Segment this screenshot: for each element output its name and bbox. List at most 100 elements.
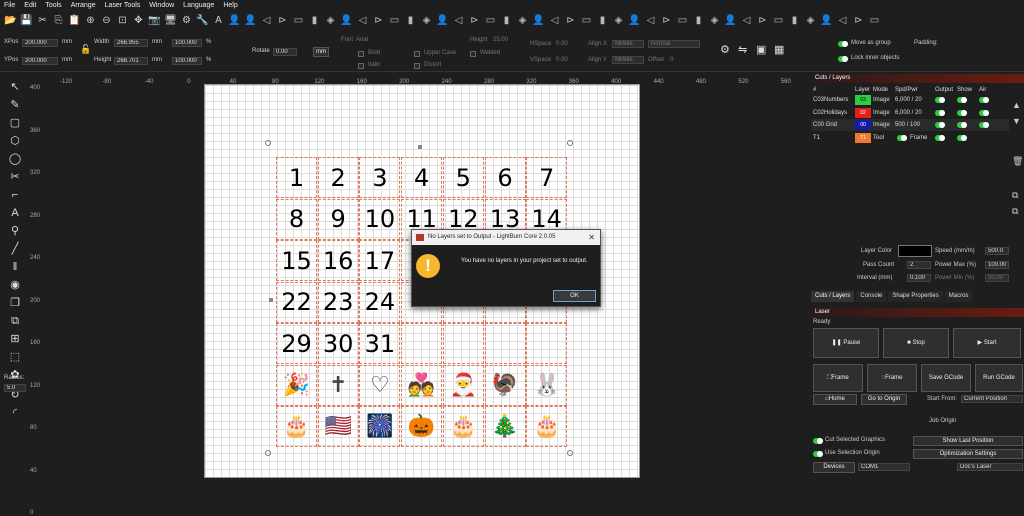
ring-icon[interactable]: ◉ [8, 278, 22, 292]
menu-language[interactable]: Language [183, 2, 214, 9]
calendar-cell[interactable]: 15 [276, 240, 317, 281]
rotate-handle[interactable] [265, 450, 271, 456]
holiday-image[interactable]: 🎄 [484, 406, 526, 447]
interval-field[interactable]: 0.100 [907, 274, 931, 282]
width-field[interactable]: 266.955 [114, 39, 148, 47]
pan-icon[interactable]: ✥ [132, 14, 145, 27]
rotate-shape-icon[interactable]: ⬚ [8, 350, 22, 364]
pause-button[interactable]: ❚❚ Pause [813, 328, 879, 358]
menu-tools[interactable]: Tools [45, 2, 61, 9]
port-select[interactable]: COM1 [858, 463, 910, 471]
line-icon[interactable]: ⌐ [8, 188, 22, 202]
air-toggle[interactable] [979, 122, 989, 128]
height-field[interactable]: 266.701 [114, 57, 148, 65]
menu-help[interactable]: Help [223, 2, 237, 9]
toolbar-action-icon[interactable]: ◁ [836, 14, 849, 27]
settings-gear-icon[interactable]: ⚙ [720, 43, 730, 56]
holiday-image[interactable]: 🎉 [276, 364, 317, 406]
use-selection-toggle[interactable] [813, 451, 823, 457]
toolbar-action-icon[interactable]: ▭ [772, 14, 785, 27]
toolbar-action-icon[interactable]: ◈ [516, 14, 529, 27]
toolbar-action-icon[interactable]: ▮ [308, 14, 321, 27]
cut-selected-toggle[interactable] [813, 438, 823, 444]
start-from-select[interactable]: Current Position [961, 395, 1023, 403]
show-toggle[interactable] [957, 109, 967, 116]
toolbar-action-icon[interactable]: ◁ [740, 14, 753, 27]
arrow-down-icon[interactable]: ▼ [1012, 116, 1021, 126]
go-to-origin-button[interactable]: Go to Origin [861, 394, 907, 405]
copy-shape-icon[interactable]: ⧉ [8, 314, 22, 328]
show-toggle[interactable] [957, 122, 967, 128]
toolbar-action-icon[interactable]: ◁ [356, 14, 369, 27]
calendar-cell[interactable] [526, 323, 568, 364]
font-value[interactable]: Arial [356, 37, 368, 43]
radius-field[interactable]: 5.0 [4, 384, 26, 392]
show-toggle[interactable] [957, 134, 967, 141]
toolbar-action-icon[interactable]: ◁ [452, 14, 465, 27]
settings-icon[interactable]: ⚙ [180, 14, 193, 27]
tab-cuts-layers[interactable]: Cuts / Layers [811, 291, 855, 302]
toolbar-action-icon[interactable]: ▮ [404, 14, 417, 27]
devices-button[interactable]: Devices [813, 462, 855, 473]
calendar-cell[interactable] [442, 323, 484, 364]
calendar-cell[interactable]: 5 [442, 157, 484, 198]
layer-color-badge[interactable]: 02 [855, 107, 871, 118]
move-group-toggle[interactable] [838, 41, 848, 47]
zoom-out-icon[interactable]: ⊖ [100, 14, 113, 27]
pass-count-field[interactable]: 2 [907, 261, 931, 269]
calendar-cell[interactable]: 2 [317, 157, 359, 198]
offset-value[interactable]: 0 [670, 57, 673, 63]
ellipse-icon[interactable]: ◯ [8, 152, 22, 166]
calendar-cell[interactable]: 4 [401, 157, 443, 198]
toolbar-action-icon[interactable]: 👤 [532, 14, 545, 27]
monitor-icon[interactable]: 🖥 [164, 14, 177, 27]
menu-laser-tools[interactable]: Laser Tools [105, 2, 141, 9]
toolbar-action-icon[interactable]: ⊳ [564, 14, 577, 27]
start-button[interactable]: ▶ Start [953, 328, 1021, 358]
alignx-select[interactable]: Middle [612, 40, 644, 48]
laser-select[interactable]: Doc's Laser [957, 463, 1023, 471]
menu-edit[interactable]: Edit [24, 2, 36, 9]
toolbar-action-icon[interactable]: ⊳ [372, 14, 385, 27]
trash-icon[interactable]: 🗑 [1012, 156, 1023, 167]
toolbar-action-icon[interactable]: 👤 [340, 14, 353, 27]
style-select[interactable]: Normal [648, 40, 700, 48]
layer-row[interactable]: T1 T1 Tool Frame [811, 132, 1009, 144]
job-origin-selector[interactable] [961, 408, 991, 434]
holiday-image[interactable]: 💑 [401, 364, 443, 406]
frame-circle-button[interactable]: ◌Frame [867, 364, 917, 392]
toolbar-action-icon[interactable]: 👤 [436, 14, 449, 27]
toolbar-action-icon[interactable]: ▭ [484, 14, 497, 27]
flip-icon[interactable]: ⇋ [738, 43, 747, 56]
toolbar-action-icon[interactable]: ⊳ [276, 14, 289, 27]
toolbar-action-icon[interactable]: ⊳ [660, 14, 673, 27]
calendar-cell[interactable] [484, 323, 526, 364]
layer-row[interactable]: C02Holidays 02 Image 6,000 / 20 [811, 107, 1009, 119]
calendar-cell[interactable]: 16 [317, 240, 359, 281]
frame-button[interactable]: ⛶Frame [813, 364, 863, 392]
layer-color-badge[interactable]: 00 [855, 120, 871, 130]
tab-shape-properties[interactable]: Shape Properties [888, 291, 943, 302]
toolbar-action-icon[interactable]: ◈ [804, 14, 817, 27]
ypos-field[interactable]: 200.000 [22, 57, 58, 65]
menu-arrange[interactable]: Arrange [71, 2, 96, 9]
toolbar-action-icon[interactable]: ▭ [580, 14, 593, 27]
calendar-cell[interactable]: 9 [317, 198, 359, 240]
calendar-cell[interactable]: 1 [276, 157, 317, 198]
toolbar-action-icon[interactable]: ▮ [500, 14, 513, 27]
toolbar-action-icon[interactable]: 👤 [628, 14, 641, 27]
car-icon[interactable]: ▣ [756, 43, 766, 56]
layer-color-badge[interactable]: 03 [855, 95, 871, 105]
toolbar-action-icon[interactable]: ◁ [644, 14, 657, 27]
calendar-cell[interactable]: 17 [359, 240, 401, 281]
toolbar-action-icon[interactable]: ▭ [868, 14, 881, 27]
user-icon[interactable]: 👤 [228, 14, 241, 27]
holiday-image[interactable]: 🎂 [276, 406, 317, 447]
menu-window[interactable]: Window [149, 2, 174, 9]
paste-icon[interactable]: 📋 [68, 14, 81, 27]
calendar-cell[interactable]: 3 [359, 157, 401, 198]
vspace-value[interactable]: 0.00 [556, 57, 568, 63]
xpos-field[interactable]: 200.000 [22, 39, 58, 47]
layers-icon[interactable]: ❐ [8, 296, 22, 310]
layer-row[interactable]: C03Numbers 03 Image 6,000 / 20 [811, 94, 1009, 106]
